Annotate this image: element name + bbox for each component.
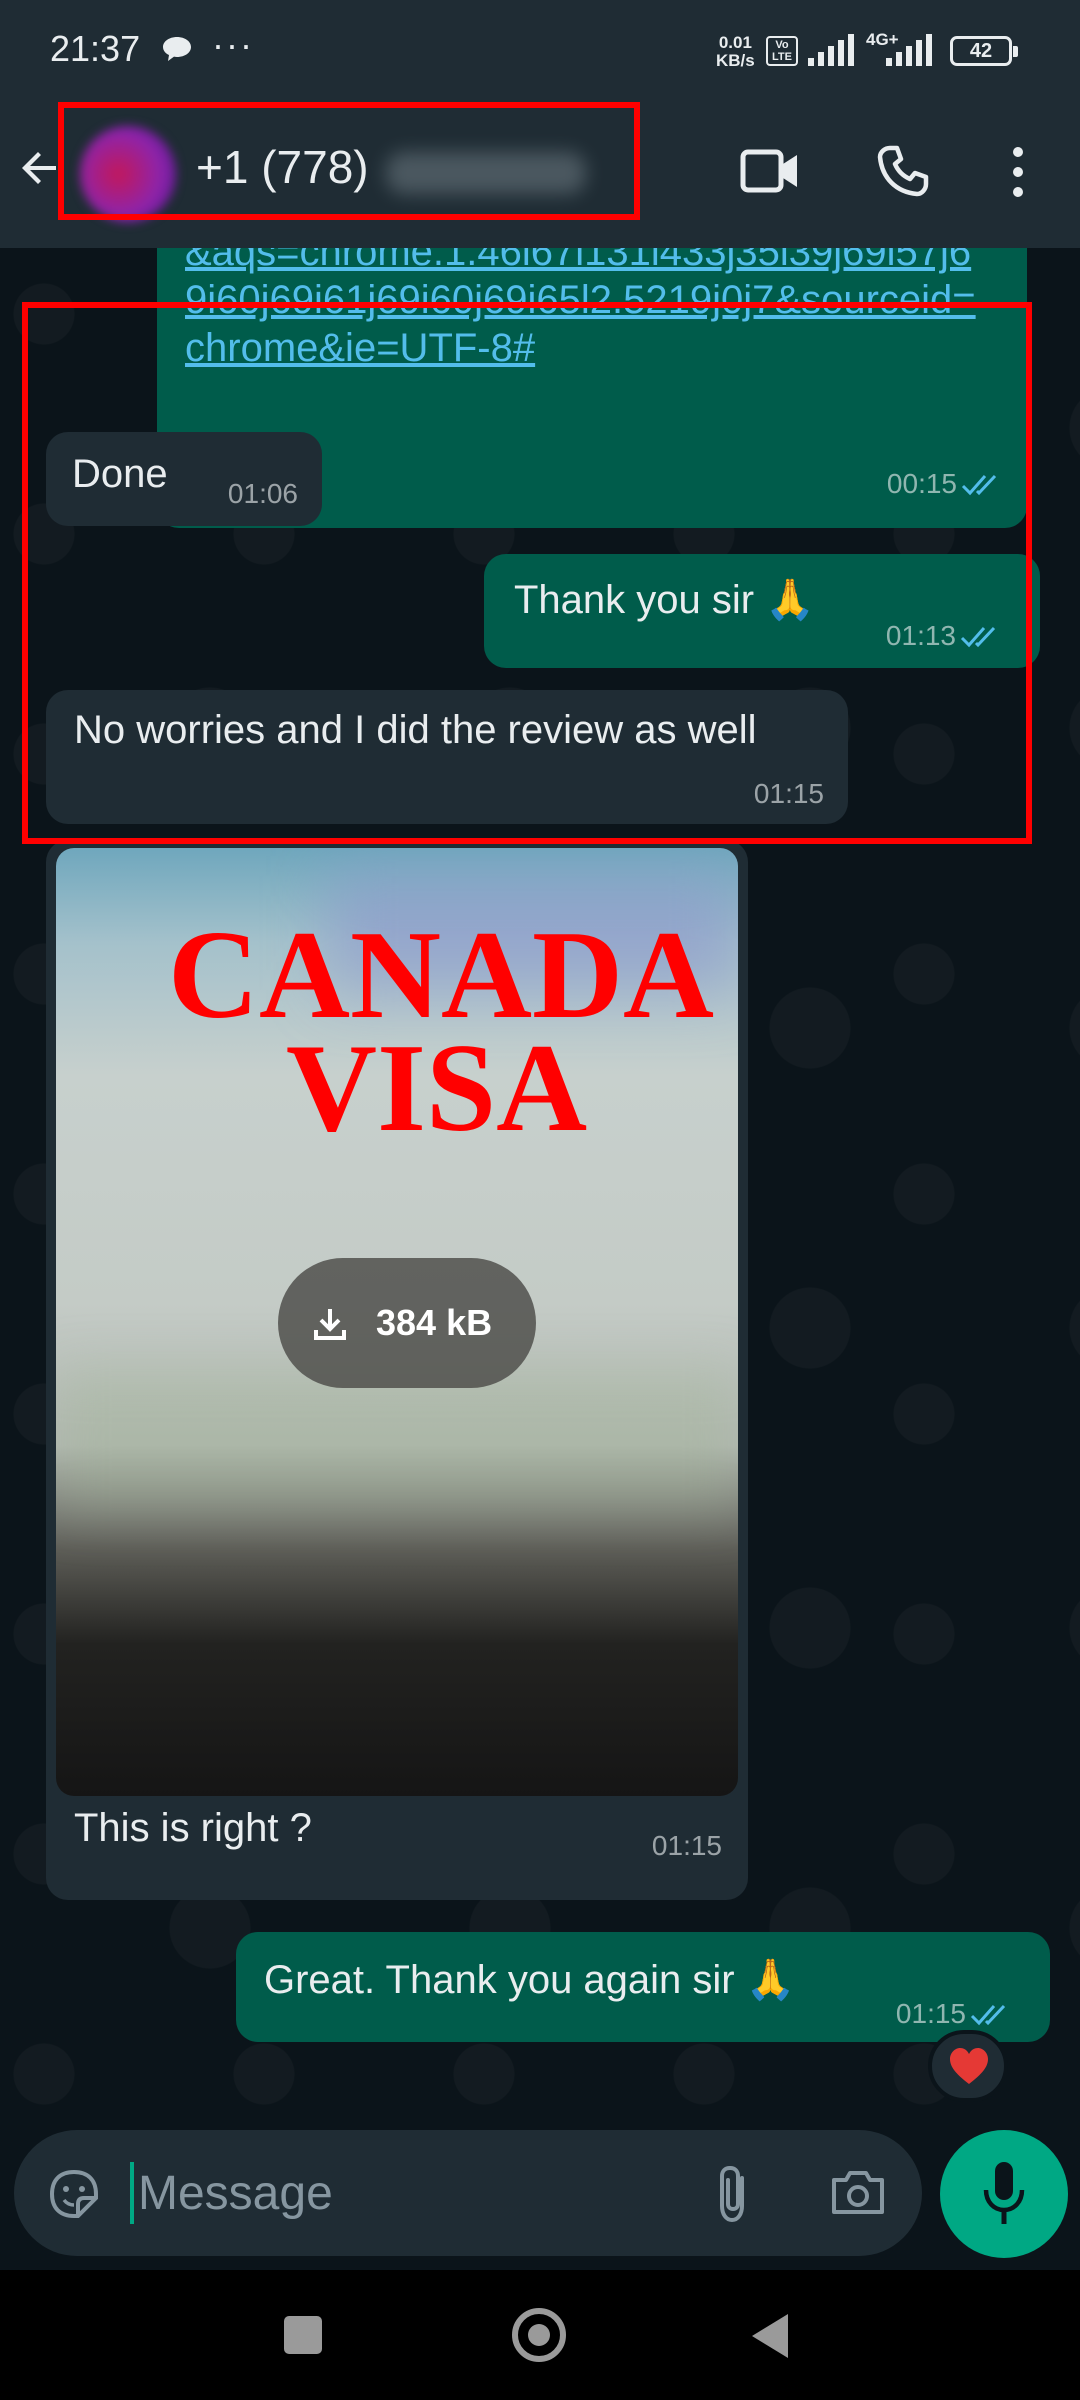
highlight-box — [22, 302, 1032, 844]
message-time: 01:15 — [651, 1830, 722, 1861]
image-thumbnail[interactable]: CANADA VISA 384 kB — [56, 848, 738, 1796]
chat-notification-icon — [163, 37, 191, 61]
image-caption: This is right ? — [74, 1806, 312, 1850]
battery-icon: 42 — [950, 36, 1018, 66]
back-arrow-icon[interactable] — [16, 144, 64, 192]
read-ticks-icon — [970, 2004, 1006, 2026]
more-options-icon[interactable] — [1000, 144, 1036, 200]
attach-icon[interactable] — [710, 2162, 758, 2226]
heart-icon — [950, 2048, 988, 2084]
volte-icon: Vo LTE — [766, 36, 798, 66]
download-icon — [314, 1309, 346, 1340]
volte-top-label: Vo — [775, 39, 789, 51]
message-text: Great. Thank you again sir 🙏 — [264, 1958, 796, 2002]
volte-bottom-label: LTE — [772, 51, 792, 63]
image-overlay-text: VISA — [286, 1019, 588, 1158]
video-call-icon[interactable] — [740, 146, 800, 196]
network-speed-unit: KB/s — [716, 51, 755, 70]
whatsapp-chat-screen: 21:37 ··· 0.01 KB/s Vo LTE 4G+ 42 +1 (77… — [0, 0, 1080, 2400]
network-speed-value: 0.01 — [718, 33, 752, 52]
incoming-image-message[interactable]: CANADA VISA 384 kB This is right ? 01:15 — [46, 840, 748, 1900]
microphone-icon — [983, 2162, 1025, 2224]
status-time: 21:37 — [50, 28, 141, 69]
outgoing-message[interactable]: Great. Thank you again sir 🙏 01:15 — [236, 1932, 1050, 2042]
camera-icon[interactable] — [828, 2168, 888, 2218]
back-button[interactable] — [752, 2314, 788, 2358]
recent-apps-button[interactable] — [284, 2316, 322, 2354]
highlight-box — [58, 102, 640, 220]
download-button[interactable]: 384 kB — [278, 1258, 536, 1388]
message-time: 01:15 — [895, 1998, 966, 2029]
phone-call-icon[interactable] — [876, 144, 930, 198]
network-speed: 0.01 KB/s — [716, 34, 755, 70]
signal-strength-icon — [808, 34, 854, 66]
home-button[interactable] — [512, 2308, 566, 2362]
message-input[interactable] — [138, 2154, 698, 2232]
sticker-icon[interactable] — [44, 2164, 104, 2224]
file-size: 384 kB — [376, 1302, 493, 1343]
text-cursor — [130, 2162, 134, 2224]
message-input-bar — [14, 2130, 922, 2256]
more-notifications-indicator: ··· — [212, 24, 254, 65]
status-bar: 21:37 ··· 0.01 KB/s Vo LTE 4G+ 42 — [0, 0, 1080, 100]
signal-strength-icon-2 — [886, 34, 932, 66]
voice-message-button[interactable] — [940, 2130, 1068, 2258]
message-reaction[interactable] — [928, 2030, 1008, 2102]
system-navigation-bar — [0, 2270, 1080, 2400]
